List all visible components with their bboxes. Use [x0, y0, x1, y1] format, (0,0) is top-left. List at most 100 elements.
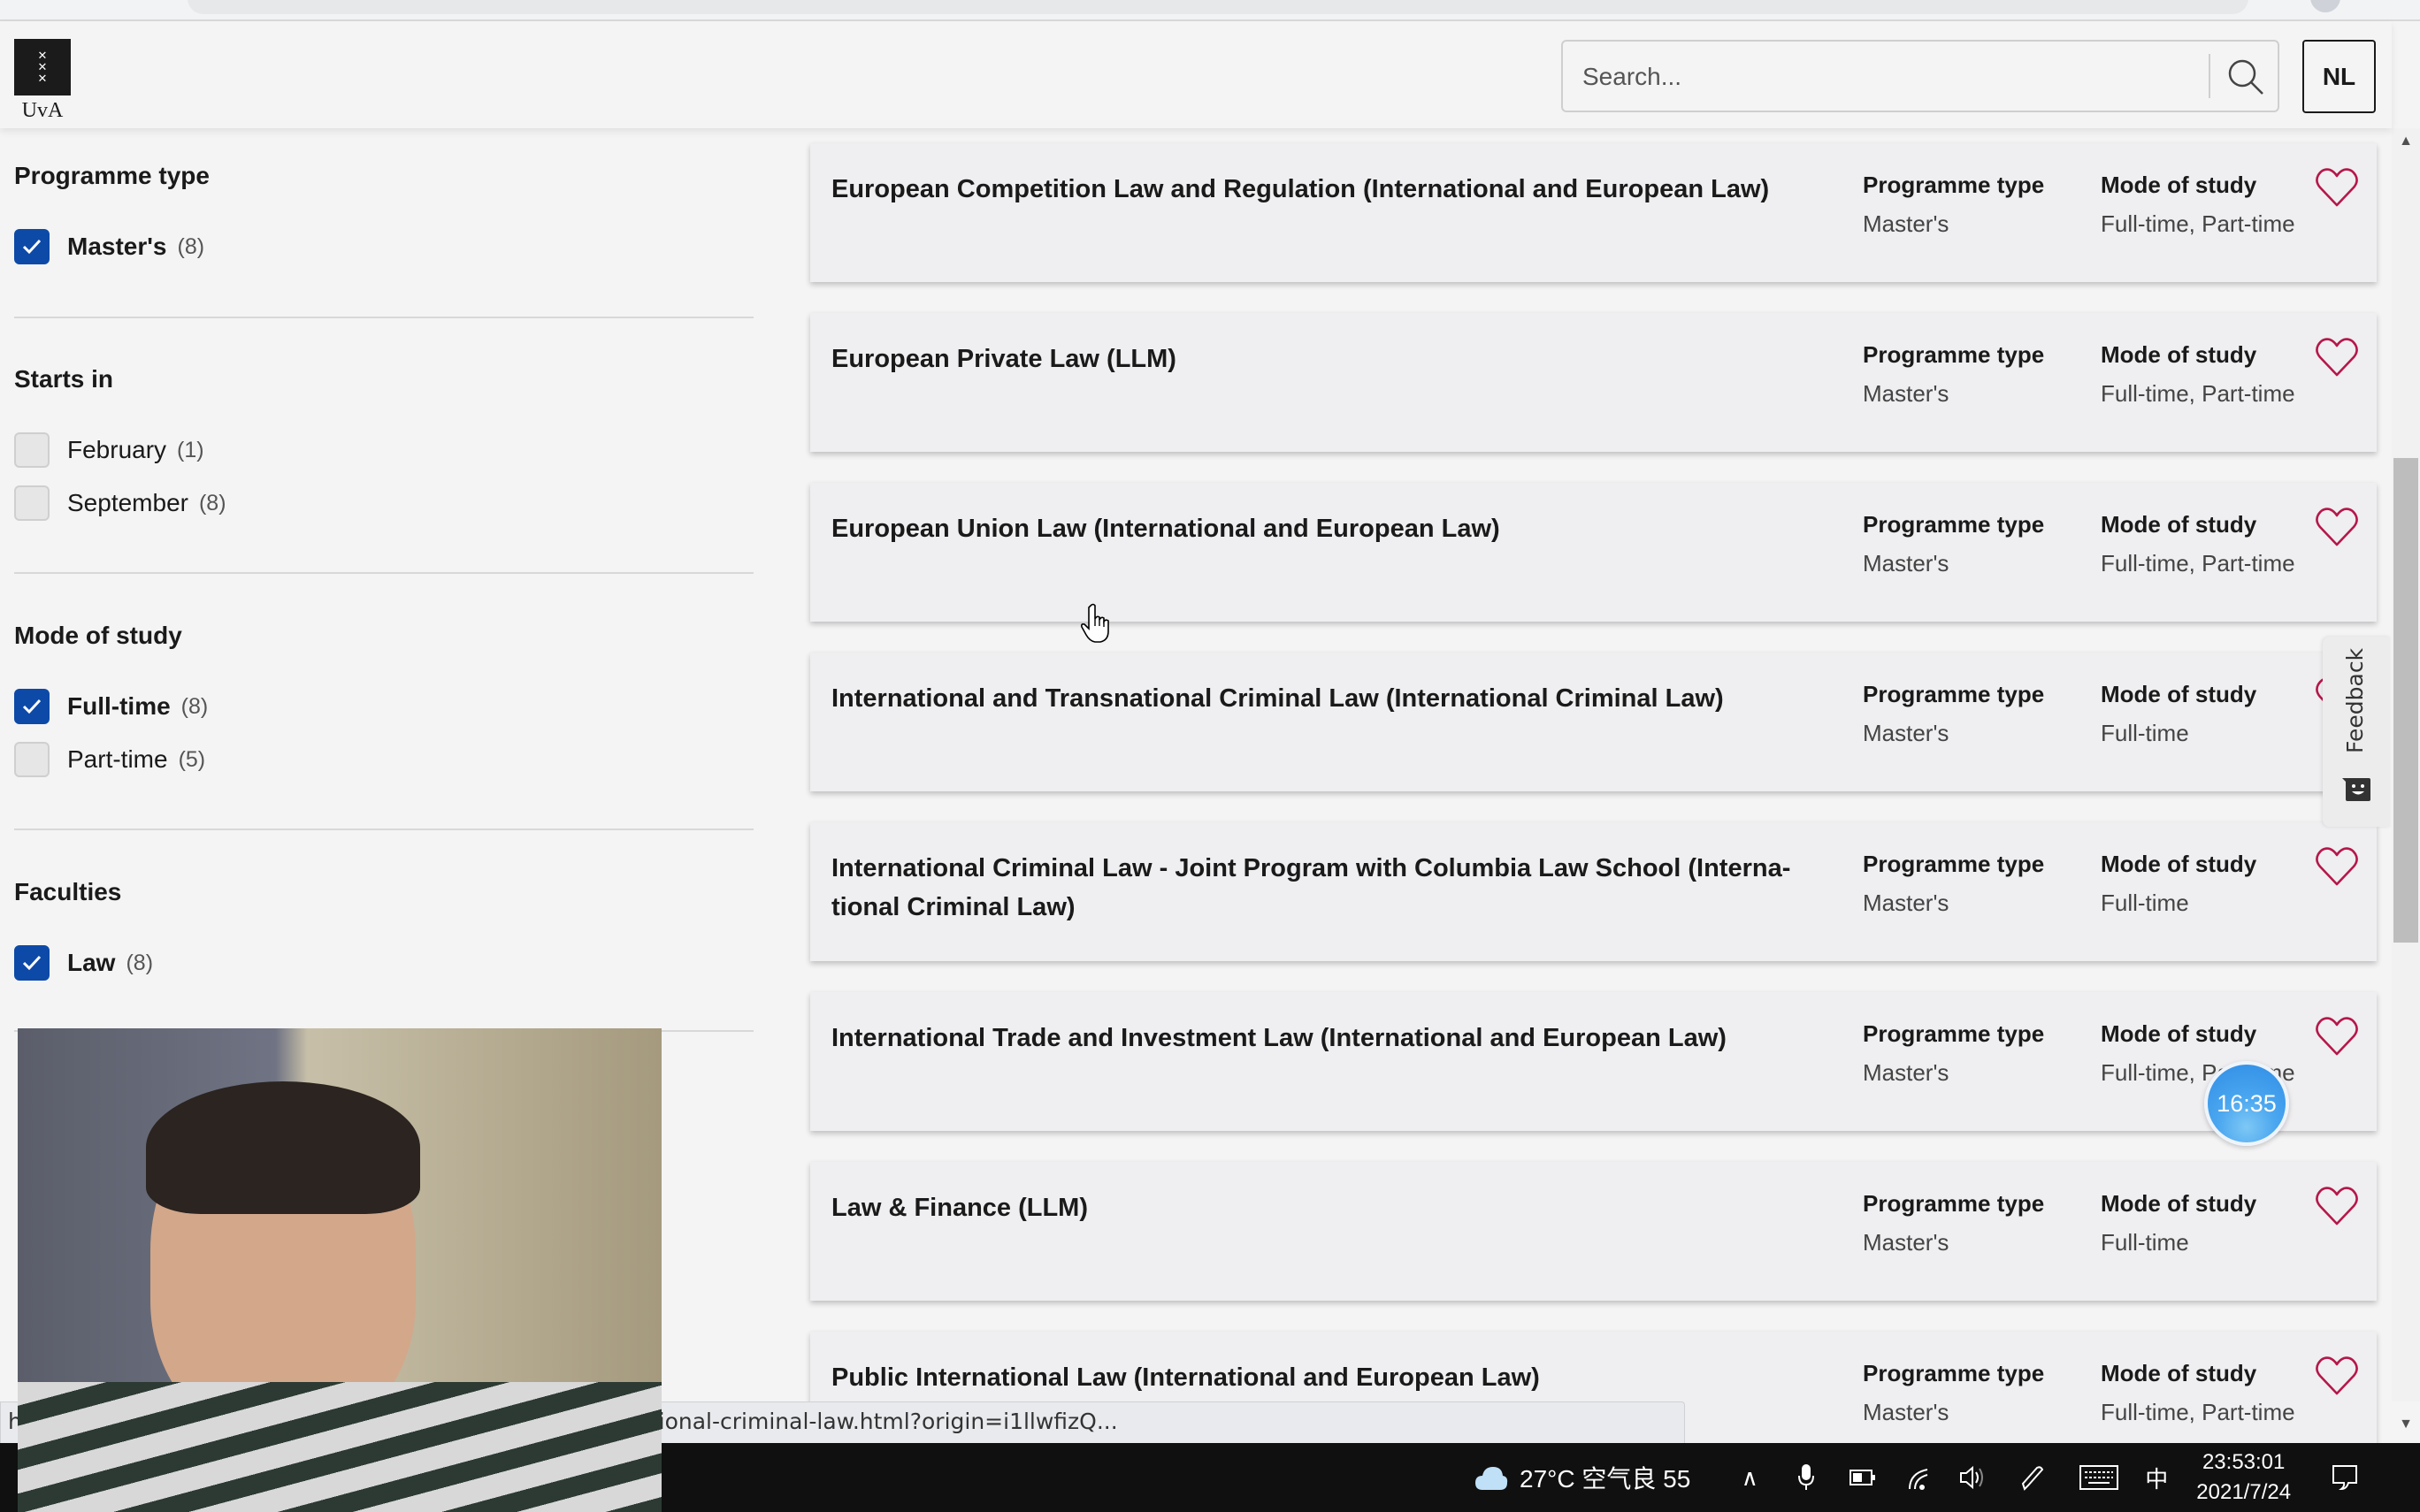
scroll-down-arrow-icon[interactable]: ▼	[2392, 1411, 2420, 1438]
checkbox-checked[interactable]	[14, 945, 50, 981]
programme-type-label: Programme type	[1863, 1020, 2045, 1047]
programme-title[interactable]: International Trade and Investment Law (…	[831, 1019, 1831, 1058]
programme-title[interactable]: International and Transnational Criminal…	[831, 679, 1831, 718]
checkbox-unchecked[interactable]	[14, 742, 50, 777]
address-bar[interactable]	[188, 0, 2248, 14]
clock-date: 2021/7/24	[2196, 1480, 2292, 1504]
search-icon	[2228, 59, 2263, 95]
filter-heading: Mode of study	[14, 622, 182, 649]
filter-group-starts-in: Starts in February (1) September (8)	[14, 365, 754, 521]
wifi-icon[interactable]	[1904, 1462, 1934, 1493]
mode-of-study-label: Mode of study	[2101, 851, 2257, 877]
mode-of-study-label: Mode of study	[2101, 172, 2257, 198]
programme-title[interactable]: Law & Finance (LLM)	[831, 1188, 1831, 1227]
floating-timer-bubble[interactable]: 16:35	[2204, 1061, 2289, 1146]
programme-card[interactable]: European Private Law (LLM) Programme type…	[810, 313, 2377, 452]
uva-logo-icon: ✕ ✕ ✕	[14, 39, 71, 95]
option-label: Master's	[67, 233, 167, 260]
programme-card[interactable]: European Competition Law and Regulation …	[810, 143, 2377, 282]
clock-time: 23:53:01	[2202, 1450, 2286, 1474]
battery-icon[interactable]	[1848, 1462, 1878, 1493]
search-button[interactable]	[2219, 50, 2272, 103]
scroll-up-arrow-icon[interactable]: ▲	[2392, 128, 2420, 155]
programme-card[interactable]: International and Transnational Criminal…	[810, 653, 2377, 791]
favorite-heart-icon[interactable]	[2314, 504, 2360, 550]
site-header: ✕✕✕ UvA NL	[0, 21, 2392, 128]
show-hidden-icons-chevron-icon[interactable]: ∧	[1735, 1462, 1765, 1493]
pen-icon[interactable]	[2018, 1462, 2048, 1493]
favorite-heart-icon[interactable]	[2314, 1183, 2360, 1229]
volume-icon[interactable]	[1957, 1462, 1987, 1493]
system-tray: 27°C 空气良 55 ∧ 中 23:53:01 2021/7/24	[1474, 1443, 2360, 1512]
option-label: September	[67, 489, 188, 516]
filter-option-september[interactable]: September (8)	[14, 484, 226, 523]
checkbox-unchecked[interactable]	[14, 485, 50, 521]
mode-of-study-value: Full-time	[2101, 890, 2189, 916]
filter-heading: Programme type	[14, 162, 210, 189]
filter-heading: Starts in	[14, 365, 114, 393]
webcam-person-hair	[146, 1081, 420, 1214]
divider	[14, 317, 754, 318]
mode-of-study-label: Mode of study	[2101, 1360, 2257, 1386]
programme-type-value: Master's	[1863, 720, 1949, 746]
hand-cursor-icon	[1081, 603, 1109, 643]
search-input[interactable]	[1582, 57, 2202, 96]
programme-type-value: Master's	[1863, 1059, 1949, 1086]
uva-logo[interactable]: ✕ ✕ ✕ UvA	[14, 39, 71, 141]
system-clock[interactable]: 23:53:01 2021/7/24	[2196, 1447, 2291, 1508]
favorite-heart-icon[interactable]	[2314, 844, 2360, 890]
option-count: (1)	[177, 437, 204, 462]
mode-of-study-label: Mode of study	[2101, 341, 2257, 368]
favorite-heart-icon[interactable]	[2314, 1353, 2360, 1399]
programme-title[interactable]: European Union Law (International and Eu…	[831, 509, 1831, 548]
programme-card[interactable]: International Trade and Investment Law (…	[810, 992, 2377, 1131]
programme-type-label: Programme type	[1863, 341, 2045, 368]
programme-type-label: Programme type	[1863, 681, 2045, 707]
weather-widget[interactable]: 27°C 空气良 55	[1474, 1460, 1690, 1495]
programme-title[interactable]: International Criminal Law - Joint Progr…	[831, 849, 1831, 927]
programme-title[interactable]: Public International Law (International …	[831, 1358, 1831, 1397]
programme-type-label: Programme type	[1863, 172, 2045, 198]
search-box	[1561, 40, 2279, 112]
checkbox-checked[interactable]	[14, 689, 50, 724]
programme-type-value: Master's	[1863, 550, 1949, 577]
filter-option-masters[interactable]: Master's (8)	[14, 227, 204, 266]
filter-group-faculties: Faculties Law (8)	[14, 878, 754, 981]
scrollbar-thumb[interactable]	[2393, 458, 2418, 943]
logo-text: UvA	[21, 99, 64, 122]
filter-option-february[interactable]: February (1)	[14, 431, 204, 470]
option-count: (8)	[180, 693, 209, 719]
checkbox-checked[interactable]	[14, 229, 50, 264]
language-toggle-button[interactable]: NL	[2302, 40, 2376, 113]
filter-option-law[interactable]: Law (8)	[14, 943, 153, 982]
checkbox-unchecked[interactable]	[14, 432, 50, 468]
filter-option-full-time[interactable]: Full-time (8)	[14, 687, 208, 726]
programme-card[interactable]: International Criminal Law - Joint Progr…	[810, 822, 2377, 961]
option-count: (8)	[126, 950, 154, 975]
filter-group-programme-type: Programme type Master's (8)	[14, 162, 754, 264]
checkmark-icon	[22, 239, 42, 255]
programme-card[interactable]: European Union Law (International and Eu…	[810, 483, 2377, 622]
input-method-indicator[interactable]: 中	[2141, 1462, 2171, 1493]
programme-type-value: Master's	[1863, 890, 1949, 916]
filter-option-part-time[interactable]: Part-time (5)	[14, 740, 205, 779]
mode-of-study-value: Full-time, Part-time	[2101, 550, 2295, 577]
checkmark-icon	[22, 955, 42, 971]
favorite-heart-icon[interactable]	[2314, 164, 2360, 210]
screen: ✕✕✕ UvA NL Programme type Ma	[0, 0, 2420, 1512]
favorite-heart-icon[interactable]	[2314, 334, 2360, 380]
programme-card[interactable]: Law & Finance (LLM) Programme type Master'…	[810, 1162, 2377, 1301]
cloud-icon	[1475, 1467, 1508, 1490]
touch-keyboard-icon[interactable]	[2079, 1462, 2119, 1493]
programme-title[interactable]: European Competition Law and Regulation …	[831, 170, 1831, 209]
programme-type-value: Master's	[1863, 1399, 1949, 1425]
option-count: (5)	[178, 746, 206, 772]
programme-title[interactable]: European Private Law (LLM)	[831, 340, 1831, 378]
option-label: Full-time	[67, 692, 171, 720]
profile-avatar[interactable]	[2310, 0, 2340, 12]
action-center-notification-icon[interactable]	[2330, 1462, 2360, 1493]
favorite-heart-icon[interactable]	[2314, 1013, 2360, 1059]
feedback-tab[interactable]: Feedback	[2323, 637, 2390, 827]
option-label: Law	[67, 949, 116, 976]
microphone-icon[interactable]	[1791, 1462, 1821, 1493]
